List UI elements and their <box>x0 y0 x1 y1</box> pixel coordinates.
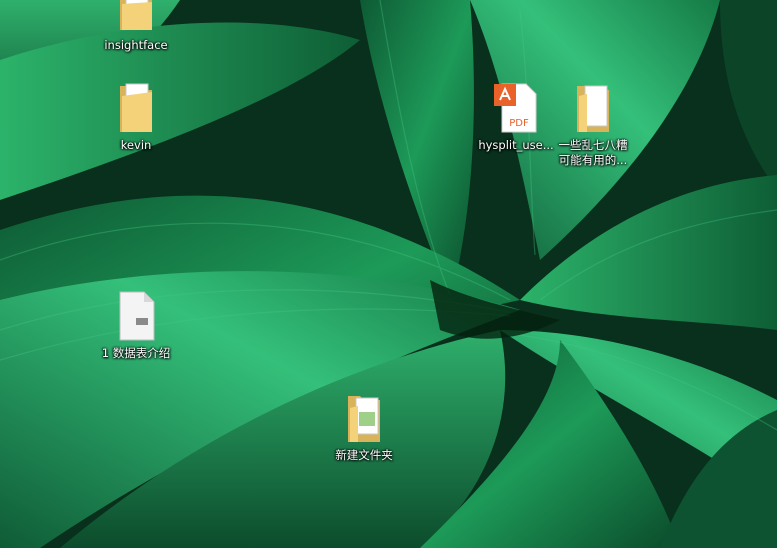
folder-icon <box>120 83 152 132</box>
pdf-icon: PDF <box>494 83 537 133</box>
desktop-icon-data-table-intro[interactable]: 1 数据表介绍 <box>94 288 178 361</box>
desktop-icon-label: kevin <box>120 138 152 152</box>
svg-text:PDF: PDF <box>509 118 529 129</box>
desktop-icon-kevin[interactable]: kevin <box>94 80 178 153</box>
folder-icon <box>120 0 152 30</box>
desktop-icon-hysplit-pdf[interactable]: PDF hysplit_use... <box>474 80 558 153</box>
folder-with-image-icon <box>348 396 380 442</box>
desktop-icon-label: hysplit_use... <box>478 138 554 152</box>
desktop-icon-new-folder[interactable]: 新建文件夹 <box>322 390 406 463</box>
desktop-icon-label: 一些乱七八糟 可能有用的... <box>558 138 628 167</box>
document-icon <box>119 291 155 341</box>
folder-icon <box>577 85 609 132</box>
desktop-icon-label: 1 数据表介绍 <box>101 346 171 360</box>
desktop-icon-label: 新建文件夹 <box>335 448 393 462</box>
desktop-icon-insightface[interactable]: insightface <box>94 0 178 53</box>
desktop-icon-misc-folder[interactable]: 一些乱七八糟 可能有用的... <box>551 80 635 168</box>
desktop-icon-label: insightface <box>104 38 168 52</box>
